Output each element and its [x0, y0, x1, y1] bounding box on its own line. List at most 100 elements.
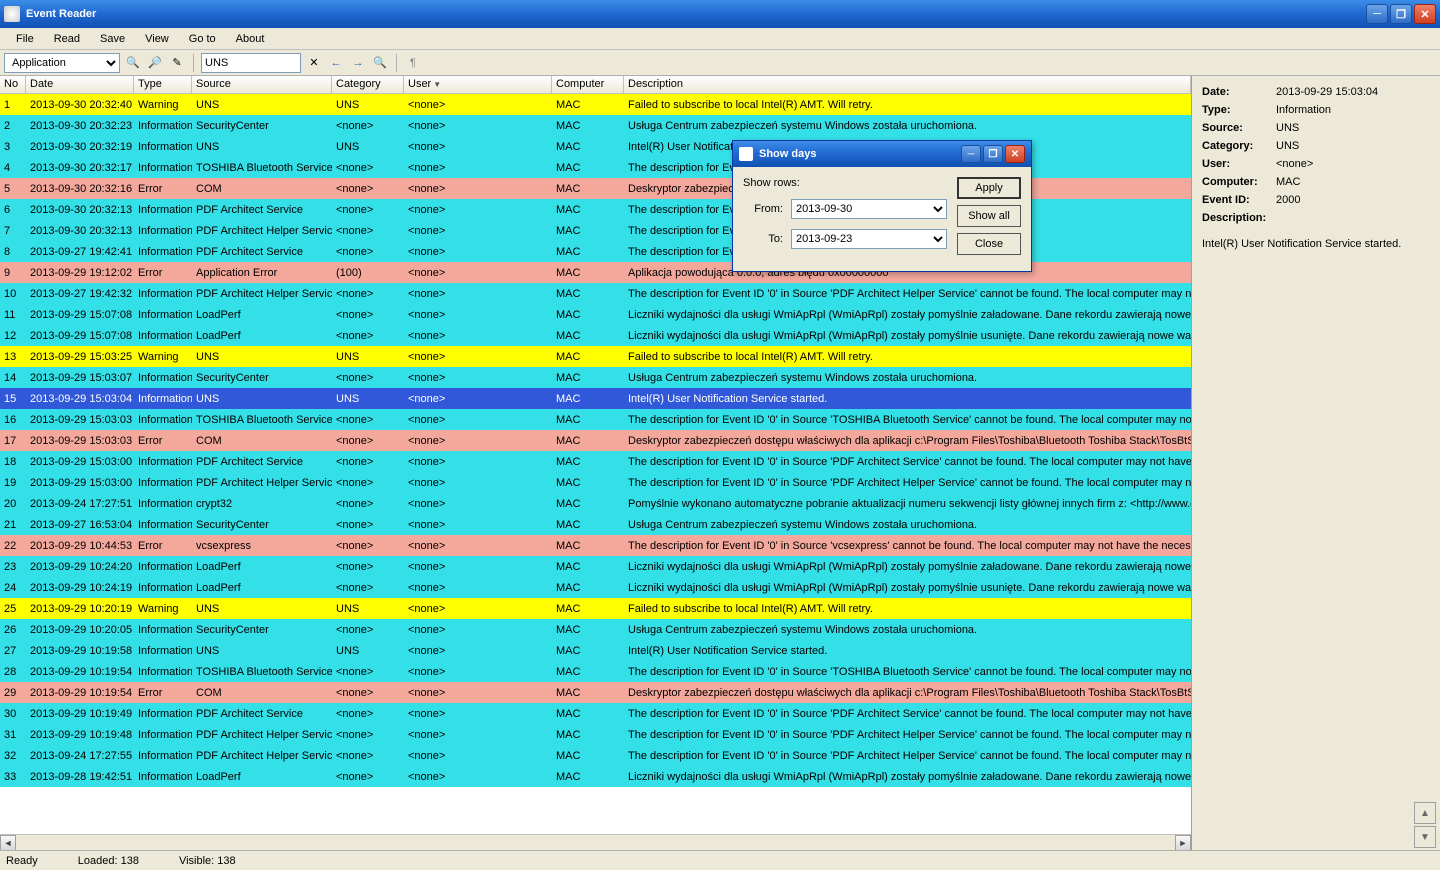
- horizontal-scrollbar[interactable]: ◄ ►: [0, 834, 1191, 850]
- table-row[interactable]: 202013-09-24 17:27:51Informationcrypt32<…: [0, 493, 1191, 514]
- table-row[interactable]: 292013-09-29 10:19:54ErrorCOM<none><none…: [0, 682, 1191, 703]
- cell: MAC: [552, 498, 624, 510]
- menu-file[interactable]: File: [6, 31, 44, 47]
- record-prev-button[interactable]: ▲: [1414, 802, 1436, 824]
- table-row[interactable]: 162013-09-29 15:03:03InformationTOSHIBA …: [0, 409, 1191, 430]
- app-icon: [4, 6, 20, 22]
- to-date-select[interactable]: 2013-09-23: [791, 229, 947, 249]
- record-next-button[interactable]: ▼: [1414, 826, 1436, 848]
- table-row[interactable]: 102013-09-27 19:42:32InformationPDF Arch…: [0, 283, 1191, 304]
- cell: The description for Event ID '0' in Sour…: [624, 414, 1191, 426]
- table-row[interactable]: 332013-09-28 19:42:51InformationLoadPerf…: [0, 766, 1191, 787]
- col-header-no[interactable]: No: [0, 76, 26, 93]
- cell: (100): [332, 267, 404, 279]
- window-title: Event Reader: [26, 8, 96, 20]
- refresh-icon[interactable]: 🔍: [124, 54, 142, 72]
- from-date-select[interactable]: 2013-09-30: [791, 199, 947, 219]
- cell: 2013-09-29 10:20:19: [26, 603, 134, 615]
- cell: MAC: [552, 267, 624, 279]
- cell: 2: [0, 120, 26, 132]
- cell: <none>: [332, 498, 404, 510]
- table-row[interactable]: 152013-09-29 15:03:04InformationUNSUNS<n…: [0, 388, 1191, 409]
- col-header-type[interactable]: Type: [134, 76, 192, 93]
- cell: Error: [134, 540, 192, 552]
- table-row[interactable]: 112013-09-29 15:07:08InformationLoadPerf…: [0, 304, 1191, 325]
- cell: LoadPerf: [192, 561, 332, 573]
- table-row[interactable]: 232013-09-29 10:24:20InformationLoadPerf…: [0, 556, 1191, 577]
- dialog-close-button[interactable]: ✕: [1005, 145, 1025, 163]
- col-header-computer[interactable]: Computer: [552, 76, 624, 93]
- window-maximize-button[interactable]: ❐: [1390, 4, 1412, 24]
- nav-forward-icon[interactable]: →: [349, 54, 367, 72]
- window-minimize-button[interactable]: ─: [1366, 4, 1388, 24]
- dialog-minimize-button[interactable]: ─: [961, 145, 981, 163]
- cell: <none>: [332, 519, 404, 531]
- scroll-right-icon[interactable]: ►: [1175, 835, 1191, 850]
- paragraph-icon[interactable]: ¶: [404, 54, 422, 72]
- table-row[interactable]: 282013-09-29 10:19:54InformationTOSHIBA …: [0, 661, 1191, 682]
- col-header-description[interactable]: Description: [624, 76, 1191, 93]
- table-row[interactable]: 192013-09-29 15:03:00InformationPDF Arch…: [0, 472, 1191, 493]
- table-row[interactable]: 262013-09-29 10:20:05InformationSecurity…: [0, 619, 1191, 640]
- table-row[interactable]: 132013-09-29 15:03:25WarningUNSUNS<none>…: [0, 346, 1191, 367]
- cell: 2013-09-30 20:32:40: [26, 99, 134, 111]
- col-header-user[interactable]: User▼: [404, 76, 552, 93]
- cell: PDF Architect Helper Service: [192, 750, 332, 762]
- table-row[interactable]: 322013-09-24 17:27:55InformationPDF Arch…: [0, 745, 1191, 766]
- window-close-button[interactable]: ✕: [1414, 4, 1436, 24]
- cell: Information: [134, 309, 192, 321]
- menu-save[interactable]: Save: [90, 31, 135, 47]
- menu-about[interactable]: About: [226, 31, 275, 47]
- table-row[interactable]: 302013-09-29 10:19:49InformationPDF Arch…: [0, 703, 1191, 724]
- nav-back-icon[interactable]: ←: [327, 54, 345, 72]
- cell: Information: [134, 561, 192, 573]
- table-row[interactable]: 222013-09-29 10:44:53Errorvcsexpress<non…: [0, 535, 1191, 556]
- status-visible: Visible: 138: [179, 855, 236, 867]
- table-row[interactable]: 22013-09-30 20:32:23InformationSecurityC…: [0, 115, 1191, 136]
- table-row[interactable]: 312013-09-29 10:19:48InformationPDF Arch…: [0, 724, 1191, 745]
- apply-button[interactable]: Apply: [957, 177, 1021, 199]
- table-row[interactable]: 122013-09-29 15:07:08InformationLoadPerf…: [0, 325, 1191, 346]
- close-button[interactable]: Close: [957, 233, 1021, 255]
- cell: 2013-09-29 15:07:08: [26, 309, 134, 321]
- cell: vcsexpress: [192, 540, 332, 552]
- menu-view[interactable]: View: [135, 31, 179, 47]
- dialog-maximize-button[interactable]: ❐: [983, 145, 1003, 163]
- cell: The description for Event ID '0' in Sour…: [624, 666, 1191, 678]
- col-header-source[interactable]: Source: [192, 76, 332, 93]
- scroll-left-icon[interactable]: ◄: [0, 835, 16, 850]
- search-input[interactable]: [201, 53, 301, 73]
- cell: SecurityCenter: [192, 372, 332, 384]
- table-row[interactable]: 252013-09-29 10:20:19WarningUNSUNS<none>…: [0, 598, 1191, 619]
- table-row[interactable]: 242013-09-29 10:24:19InformationLoadPerf…: [0, 577, 1191, 598]
- cell: 2013-09-29 15:03:00: [26, 477, 134, 489]
- table-row[interactable]: 212013-09-27 16:53:04InformationSecurity…: [0, 514, 1191, 535]
- dialog-titlebar[interactable]: Show days ─ ❐ ✕: [733, 141, 1031, 167]
- table-row[interactable]: 172013-09-29 15:03:03ErrorCOM<none><none…: [0, 430, 1191, 451]
- cell: 2013-09-29 10:19:49: [26, 708, 134, 720]
- brush-icon[interactable]: ✎: [168, 54, 186, 72]
- cell: <none>: [404, 393, 552, 405]
- cell: LoadPerf: [192, 771, 332, 783]
- log-select[interactable]: Application: [4, 53, 120, 73]
- table-row[interactable]: 272013-09-29 10:19:58InformationUNSUNS<n…: [0, 640, 1191, 661]
- menu-read[interactable]: Read: [44, 31, 90, 47]
- cell: 2013-09-29 10:19:54: [26, 666, 134, 678]
- find-color-icon[interactable]: 🔎: [146, 54, 164, 72]
- menu-go-to[interactable]: Go to: [179, 31, 226, 47]
- cell: 2013-09-27 19:42:32: [26, 288, 134, 300]
- show-all-button[interactable]: Show all: [957, 205, 1021, 227]
- table-row[interactable]: 182013-09-29 15:03:00InformationPDF Arch…: [0, 451, 1191, 472]
- cell: MAC: [552, 666, 624, 678]
- zoom-icon[interactable]: 🔍: [371, 54, 389, 72]
- table-row[interactable]: 12013-09-30 20:32:40WarningUNSUNS<none>M…: [0, 94, 1191, 115]
- table-row[interactable]: 142013-09-29 15:03:07InformationSecurity…: [0, 367, 1191, 388]
- cell: Deskryptor zabezpieczeń dostępu właściwy…: [624, 435, 1191, 447]
- col-header-category[interactable]: Category: [332, 76, 404, 93]
- cell: <none>: [332, 666, 404, 678]
- cell: LoadPerf: [192, 309, 332, 321]
- cell: UNS: [332, 141, 404, 153]
- search-clear-icon[interactable]: ✕: [305, 54, 323, 72]
- col-header-date[interactable]: Date: [26, 76, 134, 93]
- cell: Usługa Centrum zabezpieczeń systemu Wind…: [624, 120, 1191, 132]
